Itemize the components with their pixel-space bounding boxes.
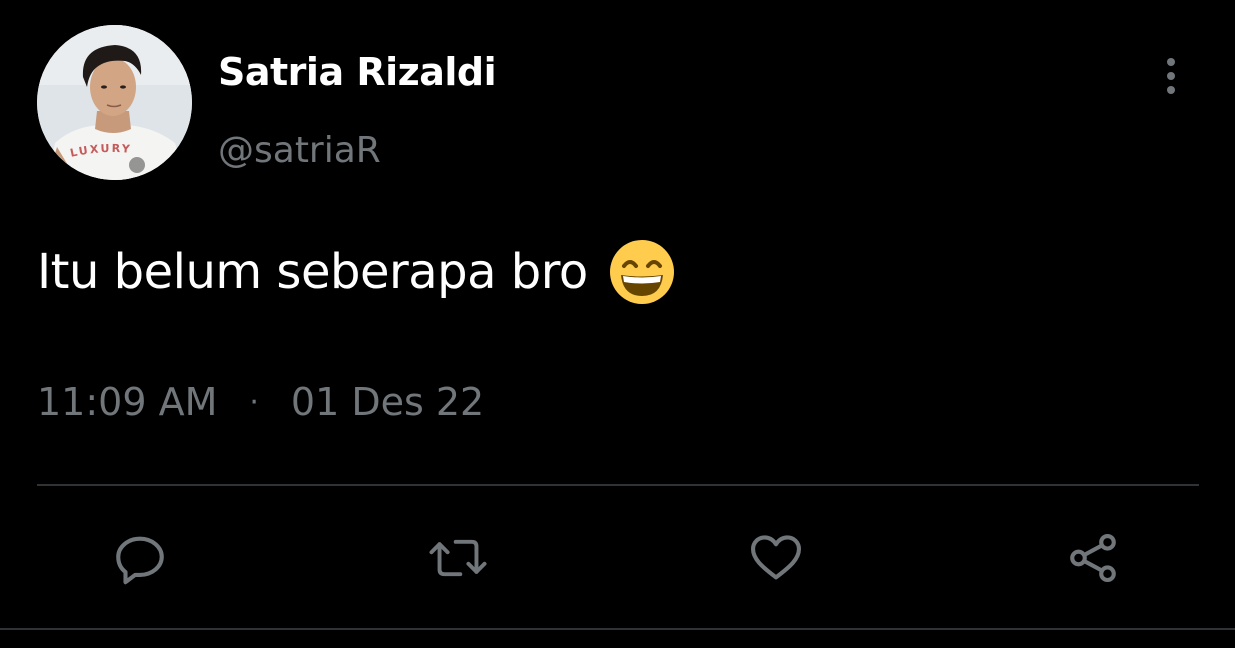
- meta-separator: ·: [249, 384, 259, 420]
- retweet-button[interactable]: [428, 528, 488, 588]
- user-handle[interactable]: @satriaR: [218, 130, 381, 171]
- retweet-icon: [429, 539, 487, 577]
- display-name[interactable]: Satria Rizaldi: [218, 50, 497, 94]
- share-icon: [1070, 533, 1116, 583]
- reply-button[interactable]: [110, 528, 170, 588]
- like-button[interactable]: [746, 528, 806, 588]
- vertical-dots-icon: [1167, 58, 1175, 94]
- heart-icon: [750, 535, 802, 580]
- tweet-card: LUXURY Satria Rizaldi @satriaR Itu belum…: [0, 0, 1235, 648]
- avatar-photo: LUXURY: [37, 25, 192, 180]
- share-button[interactable]: [1063, 528, 1123, 588]
- grinning-face-emoji-icon: [608, 238, 676, 306]
- bottom-divider: [0, 628, 1235, 630]
- tweet-timestamp: 11:09 AM · 01 Des 22: [37, 380, 484, 424]
- tweet-time[interactable]: 11:09 AM: [37, 380, 217, 424]
- divider: [37, 484, 1199, 486]
- tweet-date[interactable]: 01 Des 22: [291, 380, 484, 424]
- tweet-body: Itu belum seberapa bro: [37, 244, 588, 300]
- speech-bubble-icon: [116, 536, 164, 585]
- more-options-button[interactable]: [1150, 52, 1192, 100]
- avatar[interactable]: LUXURY: [37, 25, 192, 180]
- tweet-text: Itu belum seberapa bro: [37, 238, 676, 306]
